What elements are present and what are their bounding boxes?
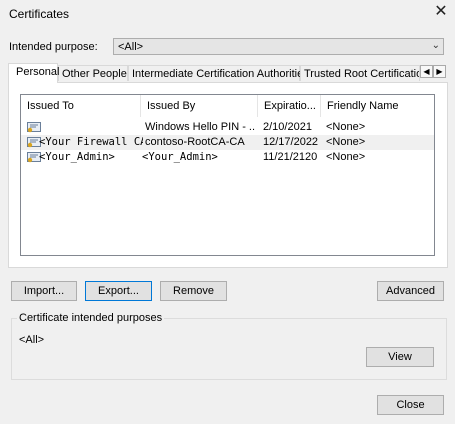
tab-other-people[interactable]: Other People bbox=[58, 65, 128, 81]
intended-purpose-label: Intended purpose: bbox=[9, 41, 98, 53]
cell-issued-by: contoso-RootCA-CA bbox=[145, 136, 245, 148]
tab-trusted-root-ca[interactable]: Trusted Root Certification bbox=[300, 65, 420, 81]
certificate-list[interactable]: Issued To Issued By Expiratio... Friendl… bbox=[20, 94, 435, 256]
export-button[interactable]: Export... bbox=[85, 281, 152, 301]
cell-issued-to: <Your_Admin> bbox=[39, 151, 115, 163]
advanced-button[interactable]: Advanced bbox=[377, 281, 444, 301]
tab-label: Intermediate Certification Authorities bbox=[132, 68, 309, 80]
column-header-expiration[interactable]: Expiratio... bbox=[258, 95, 321, 117]
remove-button[interactable]: Remove bbox=[160, 281, 227, 301]
intended-purposes-value: <All> bbox=[19, 334, 45, 346]
table-row[interactable]: <Your_Admin> <Your_Admin> 11/21/2120 <No… bbox=[21, 150, 434, 165]
cell-friendly-name: <None> bbox=[326, 121, 366, 133]
cell-expiration: 2/10/2021 bbox=[263, 121, 312, 133]
intended-purpose-select[interactable]: <All> ⌄ bbox=[113, 38, 444, 55]
cell-expiration: 12/17/2022 bbox=[263, 136, 319, 148]
table-row[interactable]: Windows Hello PIN - ... 2/10/2021 <None> bbox=[21, 120, 434, 135]
column-header-friendly-name[interactable]: Friendly Name bbox=[321, 95, 401, 117]
tab-scroll-right-icon[interactable]: ▶ bbox=[433, 65, 446, 78]
tab-intermediate-ca[interactable]: Intermediate Certification Authorities bbox=[128, 65, 309, 81]
cell-friendly-name: <None> bbox=[326, 136, 366, 148]
close-icon[interactable]: ✕ bbox=[432, 3, 450, 21]
import-button[interactable]: Import... bbox=[11, 281, 77, 301]
certificate-icon bbox=[27, 122, 41, 133]
cell-issued-to: <Your Firewall CA> bbox=[39, 136, 143, 148]
chevron-down-icon: ⌄ bbox=[431, 40, 440, 51]
view-button[interactable]: View bbox=[366, 347, 434, 367]
tab-label: Personal bbox=[16, 66, 60, 78]
cell-expiration: 11/21/2120 bbox=[263, 151, 318, 163]
cell-issued-by: Windows Hello PIN - ... bbox=[145, 121, 255, 133]
window-title: Certificates bbox=[9, 7, 70, 21]
intended-purposes-title: Certificate intended purposes bbox=[17, 312, 165, 324]
tab-strip: Personal Other People Intermediate Certi… bbox=[8, 63, 448, 83]
tab-scroll-left-icon[interactable]: ◀ bbox=[420, 65, 433, 78]
intended-purpose-value: <All> bbox=[118, 41, 144, 53]
column-header-issued-by[interactable]: Issued By bbox=[141, 95, 258, 117]
table-row[interactable]: <Your Firewall CA> contoso-RootCA-CA 12/… bbox=[21, 135, 434, 150]
tab-personal[interactable]: Personal bbox=[8, 63, 60, 83]
cell-issued-by: <Your_Admin> bbox=[142, 151, 218, 163]
column-header-issued-to[interactable]: Issued To bbox=[21, 95, 141, 117]
tab-label: Other People bbox=[62, 68, 127, 80]
close-button[interactable]: Close bbox=[377, 395, 444, 415]
cell-friendly-name: <None> bbox=[326, 151, 366, 163]
tab-label: Trusted Root Certification bbox=[304, 68, 420, 80]
